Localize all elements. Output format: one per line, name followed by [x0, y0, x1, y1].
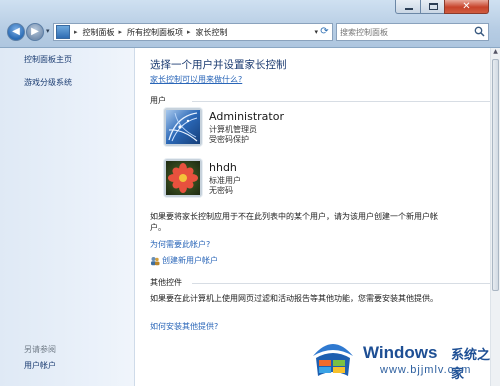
watermark-site-name: 系统之家	[451, 348, 491, 382]
install-providers-link[interactable]: 如何安装其他提供?	[150, 321, 218, 332]
user-password-status: 受密码保护	[209, 135, 249, 144]
watermark-url: www.bjjmlv.com	[380, 364, 472, 376]
chevron-right-icon[interactable]: ▸	[74, 28, 78, 36]
back-button[interactable]: ◀	[7, 23, 25, 41]
window-titlebar: ✕ ◀ ▶ ▾ ▸ 控制面板 ▸ 所有控制面板项 ▸ 家长控制 ▾ ⟳	[0, 0, 500, 48]
help-link[interactable]: 家长控制可以用来做什么?	[150, 74, 242, 85]
watermark-brand: Windows	[363, 343, 438, 362]
address-bar[interactable]: ▸ 控制面板 ▸ 所有控制面板项 ▸ 家长控制 ▾ ⟳	[53, 23, 333, 41]
user-password-status: 无密码	[209, 186, 233, 195]
network-tile-avatar-icon	[164, 108, 202, 146]
windows-logo-icon	[313, 344, 353, 376]
users-icon	[151, 256, 160, 265]
create-account-link[interactable]: 创建新用户帐户	[150, 255, 218, 266]
chevron-right-icon[interactable]: ▸	[187, 28, 191, 36]
other-controls-description: 如果要在此计算机上使用网页过滤和活动报告等其他功能，您需要安装其他提供。	[150, 294, 438, 303]
search-box[interactable]	[336, 23, 489, 41]
breadcrumb-all-items[interactable]: 所有控制面板项	[127, 27, 183, 38]
scrollbar-thumb[interactable]	[492, 59, 499, 291]
arrow-left-icon: ◀	[12, 26, 20, 37]
arrow-right-icon: ▶	[31, 26, 39, 37]
user-tile-administrator[interactable]: Administrator 计算机管理员 受密码保护	[164, 108, 414, 150]
minimize-button[interactable]	[395, 0, 421, 14]
close-icon: ✕	[462, 1, 471, 12]
sidebar-item-game-rating[interactable]: 游戏分级系统	[24, 77, 72, 88]
other-controls-heading: 其他控件	[150, 277, 490, 288]
forward-button[interactable]: ▶	[26, 23, 44, 41]
page-title: 选择一个用户并设置家长控制	[150, 59, 287, 71]
user-name: Administrator	[209, 110, 284, 123]
close-button[interactable]: ✕	[444, 0, 489, 14]
chevron-down-icon[interactable]: ▾	[314, 28, 318, 36]
breadcrumb-control-panel[interactable]: 控制面板	[83, 27, 115, 38]
navigation-pane: 控制面板主页 游戏分级系统 另请参阅 用户帐户	[0, 48, 135, 386]
scroll-up-icon[interactable]: ▲	[491, 48, 500, 58]
control-panel-icon	[56, 25, 70, 39]
search-input[interactable]	[340, 26, 470, 38]
user-tile-hhdh[interactable]: hhdh 标准用户 无密码	[164, 159, 414, 201]
recent-pages-dropdown[interactable]: ▾	[46, 27, 50, 35]
refresh-icon[interactable]: ⟳	[319, 26, 330, 38]
create-account-label: 创建新用户帐户	[162, 256, 218, 265]
maximize-button[interactable]	[420, 0, 445, 14]
flower-avatar-icon	[164, 159, 202, 197]
why-account-link[interactable]: 为何需要此帐户?	[150, 239, 210, 250]
watermark: Windows 系统之家 www.bjjmlv.com	[308, 330, 500, 386]
sidebar-item-user-accounts[interactable]: 用户帐户	[24, 360, 56, 371]
minimize-icon	[405, 8, 413, 10]
chevron-right-icon[interactable]: ▸	[119, 28, 123, 36]
maximize-icon	[429, 3, 438, 10]
sidebar-item-control-panel-home[interactable]: 控制面板主页	[24, 54, 72, 65]
create-account-description: 如果要将家长控制应用于不在此列表中的某个用户，请为该用户创建一个新用户帐户。	[150, 212, 438, 232]
users-section-heading: 用户	[150, 95, 490, 106]
search-icon[interactable]	[474, 26, 485, 37]
see-also-heading: 另请参阅	[24, 345, 56, 354]
breadcrumb-parental-controls[interactable]: 家长控制	[196, 27, 228, 38]
user-name: hhdh	[209, 161, 237, 174]
